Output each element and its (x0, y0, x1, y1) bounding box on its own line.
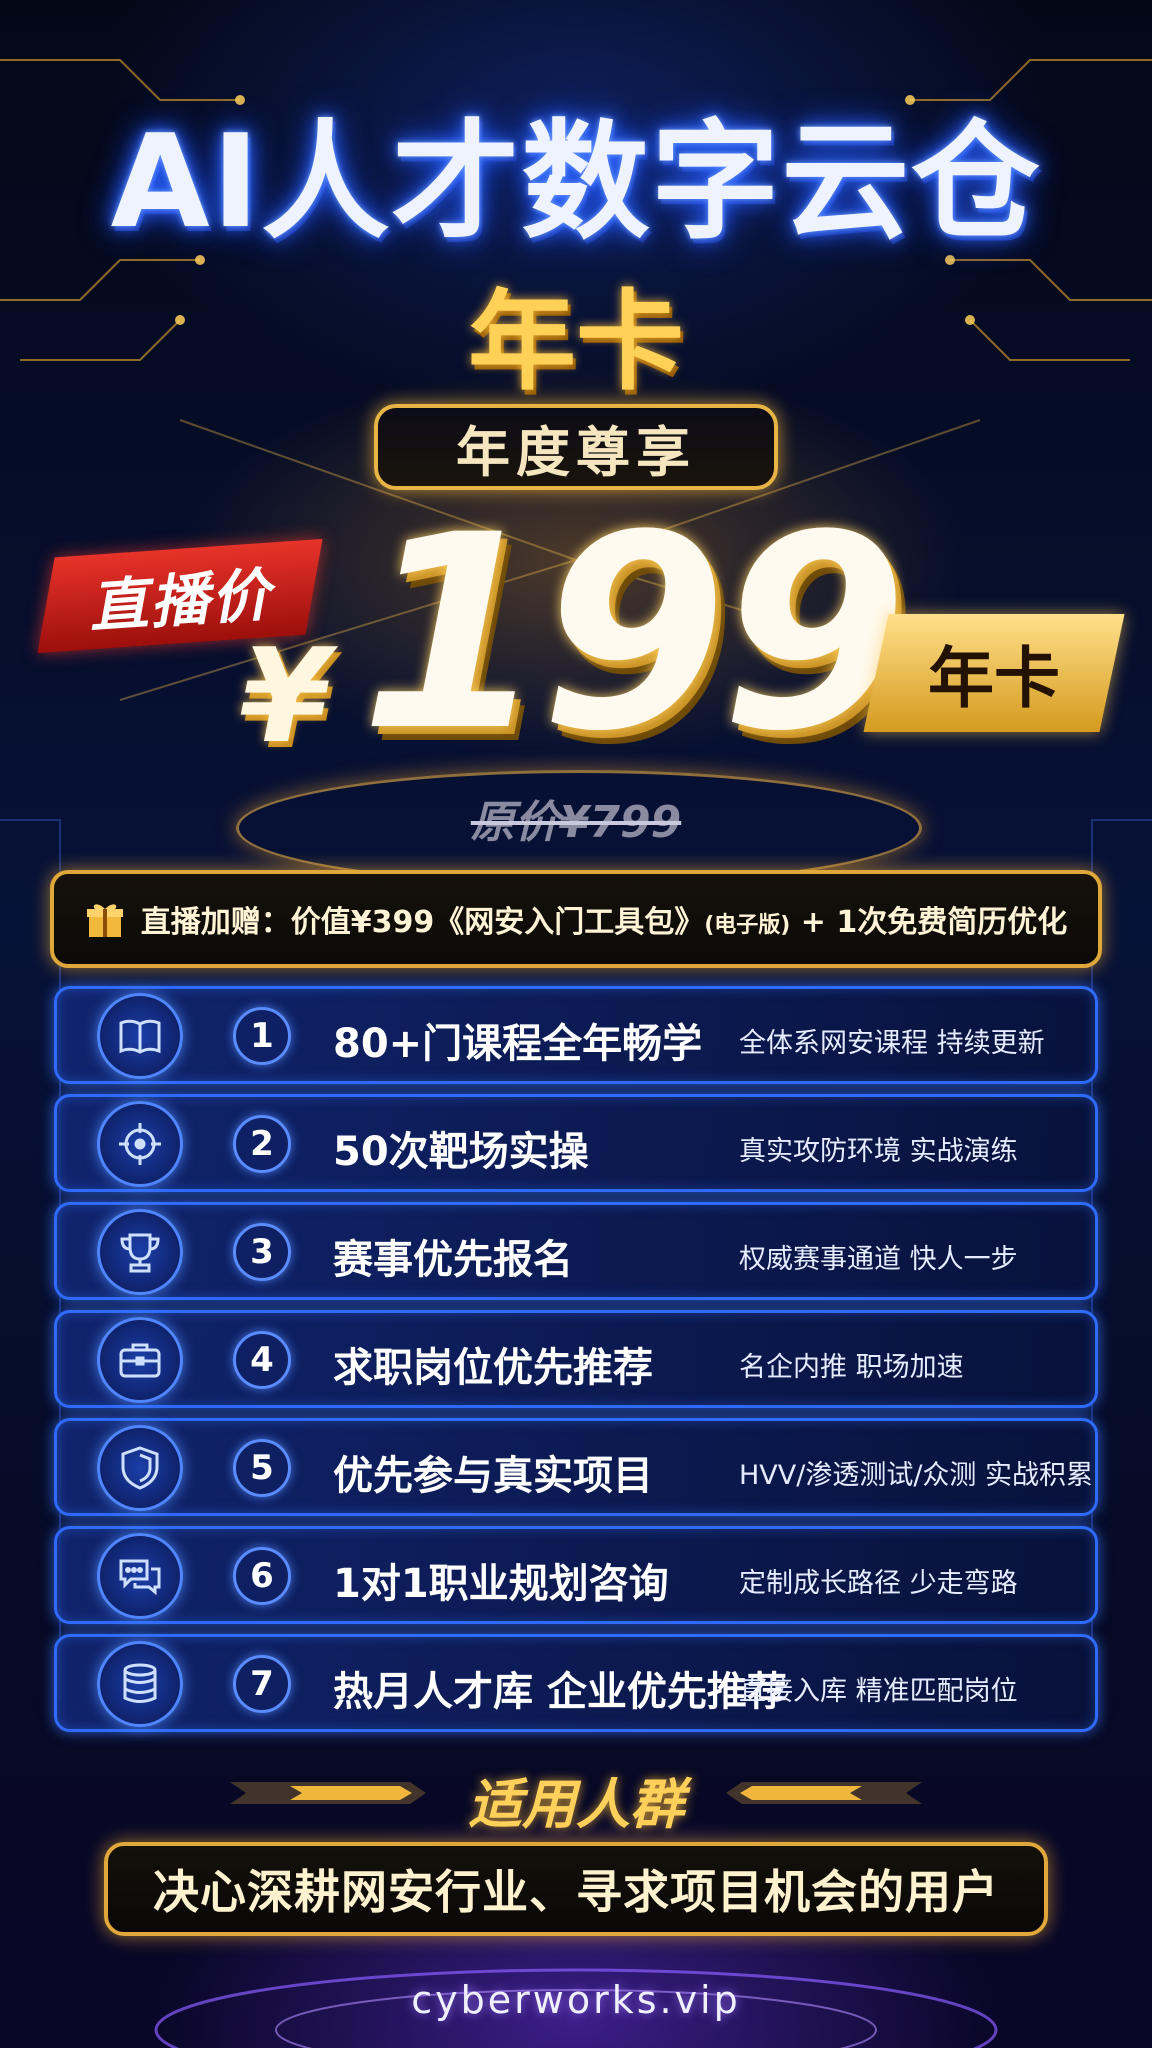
benefit-title: 50次靶场实操 (333, 1129, 589, 1175)
year-card-label: 年卡 (928, 640, 1060, 717)
chat-icon (97, 1533, 183, 1619)
benefit-title: 80+门课程全年畅学 (333, 1021, 703, 1067)
audience-box: 决心深耕网安行业、寻求项目机会的用户 (104, 1842, 1048, 1936)
bonus-edition: (电子版) (704, 913, 791, 938)
benefit-number: 1 (233, 1007, 291, 1065)
database-icon (97, 1641, 183, 1727)
benefit-number: 7 (233, 1655, 291, 1713)
benefit-number: 6 (233, 1547, 291, 1605)
book-icon (97, 993, 183, 1079)
benefit-row: 5 优先参与真实项目 HVV/渗透测试/众测 实战积累 (54, 1418, 1098, 1516)
benefit-row: 1 80+门课程全年畅学 全体系网安课程 持续更新 (54, 986, 1098, 1084)
trophy-icon (97, 1209, 183, 1295)
original-price-text: 原价¥799 (470, 797, 682, 848)
benefit-row: 7 热月人才库 企业优先推荐 直接入库 精准匹配岗位 (54, 1634, 1098, 1732)
briefcase-icon (97, 1317, 183, 1403)
benefit-desc: 权威赛事通道 快人一步 (739, 1244, 1018, 1275)
audience-title: 适用人群 (468, 1773, 684, 1836)
benefit-number: 2 (233, 1115, 291, 1173)
currency-symbol: ¥ (240, 620, 331, 772)
bonus-main: 直播加赠：价值¥399《网安入门工具包》 (140, 905, 705, 940)
gift-icon (86, 904, 123, 937)
benefit-number: 4 (233, 1331, 291, 1389)
website-url[interactable]: cyberworks.vip (0, 1978, 1152, 2022)
bonus-text: 直播加赠：价值¥399《网安入门工具包》(电子版) + 1次免费简历优化 (141, 897, 1068, 941)
benefit-desc: 真实攻防环境 实战演练 (739, 1136, 1018, 1167)
page-title: AI人才数字云仓 (110, 108, 1042, 257)
benefit-desc: 全体系网安课程 持续更新 (739, 1028, 1045, 1059)
target-icon (97, 1101, 183, 1187)
benefit-title: 1对1职业规划咨询 (333, 1561, 669, 1607)
benefit-desc: 定制成长路径 少走弯路 (739, 1568, 1018, 1599)
shield-icon (97, 1425, 183, 1511)
bonus-bar: 直播加赠：价值¥399《网安入门工具包》(电子版) + 1次免费简历优化 (50, 870, 1102, 968)
benefit-row: 3 赛事优先报名 权威赛事通道 快人一步 (54, 1202, 1098, 1300)
year-card-tag: 年卡 (863, 614, 1125, 732)
benefit-desc: 名企内推 职场加速 (739, 1352, 964, 1383)
benefit-title: 热月人才库 企业优先推荐 (333, 1669, 787, 1715)
bonus-extra: + 1次免费简历优化 (790, 905, 1068, 940)
benefit-row: 4 求职岗位优先推荐 名企内推 职场加速 (54, 1310, 1098, 1408)
benefit-desc: 直接入库 精准匹配岗位 (739, 1676, 1018, 1707)
benefit-title: 求职岗位优先推荐 (333, 1345, 653, 1391)
price-amount: 199 (360, 478, 907, 790)
benefit-desc: HVV/渗透测试/众测 实战积累 (739, 1460, 1094, 1491)
original-price: 原价¥799 (0, 786, 1152, 850)
benefit-title: 赛事优先报名 (333, 1237, 573, 1283)
benefit-row: 2 50次靶场实操 真实攻防环境 实战演练 (54, 1094, 1098, 1192)
benefit-number: 5 (233, 1439, 291, 1497)
benefit-row: 6 1对1职业规划咨询 定制成长路径 少走弯路 (54, 1526, 1098, 1624)
benefit-title: 优先参与真实项目 (333, 1453, 653, 1499)
card-label: 年卡 (467, 280, 684, 405)
benefit-number: 3 (233, 1223, 291, 1281)
